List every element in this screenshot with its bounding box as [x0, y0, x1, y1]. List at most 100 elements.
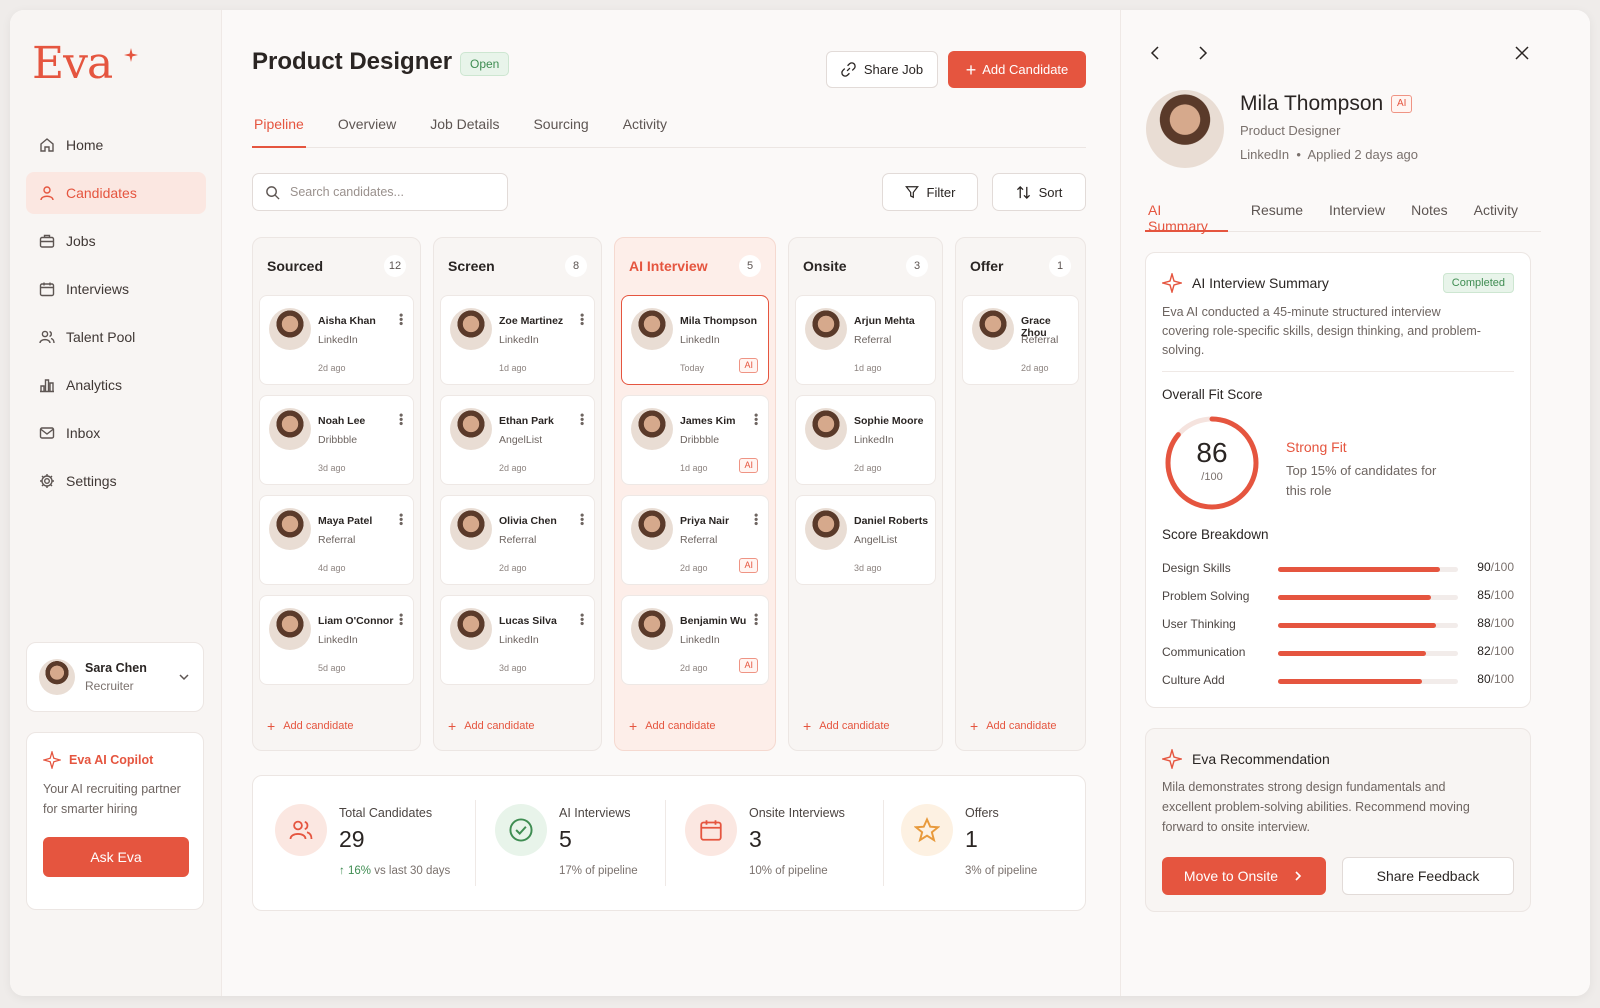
more-icon[interactable]: ••• — [575, 413, 589, 426]
sidebar-item-jobs[interactable]: Jobs — [26, 220, 206, 262]
candidate-card[interactable]: Maya Patel Referral 4d ago ••• — [259, 495, 414, 585]
candidate-source: LinkedIn — [680, 634, 720, 646]
sidebar-item-settings[interactable]: Settings — [26, 460, 206, 502]
share-feedback-button[interactable]: Share Feedback — [1342, 857, 1514, 895]
share-job-button[interactable]: Share Job — [826, 51, 938, 88]
chevron-down-icon[interactable] — [177, 670, 191, 684]
candidate-time: 1d ago — [854, 363, 882, 373]
more-icon[interactable]: ••• — [749, 513, 763, 526]
candidate-card[interactable]: Arjun Mehta Referral 1d ago — [795, 295, 936, 385]
avatar — [450, 408, 492, 450]
copilot-card: Eva AI Copilot Your AI recruiting partne… — [26, 732, 204, 910]
copilot-description: Your AI recruiting partner for smarter h… — [43, 782, 181, 816]
breakdown-label: Culture Add — [1162, 673, 1225, 687]
search-input[interactable] — [290, 185, 480, 199]
chevron-right-icon[interactable] — [1193, 44, 1211, 62]
add-candidate-link[interactable]: + Add candidate — [629, 718, 716, 734]
close-icon[interactable] — [1513, 44, 1531, 62]
more-icon[interactable]: ••• — [394, 513, 408, 526]
sidebar-item-interviews[interactable]: Interviews — [26, 268, 206, 310]
more-icon[interactable]: ••• — [394, 313, 408, 326]
candidate-card[interactable]: Zoe Martinez LinkedIn 1d ago ••• — [440, 295, 595, 385]
tab-ai-summary[interactable]: AI Summary — [1145, 196, 1228, 234]
sidebar-item-home[interactable]: Home — [26, 124, 206, 166]
ask-eva-button[interactable]: Ask Eva — [43, 837, 189, 877]
add-candidate-link[interactable]: + Add candidate — [267, 719, 354, 733]
candidate-card[interactable]: Priya Nair Referral 2d ago ••• AI — [621, 495, 769, 585]
candidate-card[interactable]: Olivia Chen Referral 2d ago ••• — [440, 495, 595, 585]
sidebar-item-label: Analytics — [66, 377, 123, 393]
tab-resume[interactable]: Resume — [1248, 196, 1306, 232]
add-candidate-button[interactable]: + Add Candidate — [948, 51, 1086, 88]
more-icon[interactable]: ••• — [575, 613, 589, 626]
user-card[interactable]: Sara Chen Recruiter — [26, 642, 204, 712]
candidate-name: Liam O'Connor — [318, 615, 394, 627]
tab-activity[interactable]: Activity — [1471, 196, 1521, 232]
stat-label: Total Candidates — [339, 806, 433, 820]
add-candidate-link[interactable]: + Add candidate — [970, 719, 1057, 733]
sort-button[interactable]: Sort — [992, 173, 1086, 211]
tab-job-details[interactable]: Job Details — [428, 110, 501, 148]
sidebar-item-analytics[interactable]: Analytics — [26, 364, 206, 406]
candidate-time: 3d ago — [499, 663, 527, 673]
candidate-card[interactable]: Noah Lee Dribbble 3d ago ••• — [259, 395, 414, 485]
candidate-source: Referral — [318, 534, 356, 546]
sparkle-icon — [1162, 273, 1182, 293]
brand-logo[interactable]: Eva — [32, 38, 113, 89]
stat-sub: 3% of pipeline — [965, 865, 1038, 877]
plus-icon: + — [965, 59, 977, 80]
candidate-card[interactable]: Daniel Roberts AngelList 3d ago — [795, 495, 936, 585]
add-candidate-label: Add candidate — [645, 720, 716, 732]
check-circle-icon — [495, 804, 547, 856]
more-icon[interactable]: ••• — [575, 313, 589, 326]
tab-pipeline[interactable]: Pipeline — [252, 110, 306, 148]
candidate-card[interactable]: Benjamin Wu LinkedIn 2d ago ••• AI — [621, 595, 769, 685]
more-icon[interactable]: ••• — [394, 413, 408, 426]
add-candidate-link[interactable]: + Add candidate — [448, 719, 535, 733]
candidate-time: Today — [680, 363, 705, 373]
candidate-name: Maya Patel — [318, 515, 373, 527]
candidate-source: Referral — [499, 534, 537, 546]
breakdown-bar — [1278, 651, 1426, 656]
avatar — [631, 308, 673, 350]
tab-overview[interactable]: Overview — [336, 110, 398, 148]
calendar-icon — [38, 280, 56, 298]
candidate-card[interactable]: Ethan Park AngelList 2d ago ••• — [440, 395, 595, 485]
candidate-time: 3d ago — [854, 563, 882, 573]
avatar — [805, 508, 847, 550]
sidebar-item-label: Home — [66, 137, 104, 153]
candidate-card[interactable]: Mila Thompson LinkedIn Today AI — [621, 295, 769, 385]
sidebar-item-candidates[interactable]: Candidates — [26, 172, 206, 214]
candidate-card[interactable]: Lucas Silva LinkedIn 3d ago ••• — [440, 595, 595, 685]
sidebar-item-talent-pool[interactable]: Talent Pool — [26, 316, 206, 358]
user-icon — [38, 184, 56, 202]
more-icon[interactable]: ••• — [749, 613, 763, 626]
search-box — [252, 173, 508, 211]
sidebar-item-inbox[interactable]: Inbox — [26, 412, 206, 454]
filter-button[interactable]: Filter — [882, 173, 978, 211]
plus-icon: + — [629, 718, 638, 734]
candidate-name: Arjun Mehta — [854, 315, 915, 327]
tab-sourcing[interactable]: Sourcing — [531, 110, 590, 148]
tab-activity[interactable]: Activity — [621, 110, 669, 148]
tab-interview[interactable]: Interview — [1326, 196, 1388, 232]
filter-label: Filter — [926, 184, 956, 200]
more-icon[interactable]: ••• — [749, 413, 763, 426]
candidate-card[interactable]: Grace Zhou Referral 2d ago — [962, 295, 1079, 385]
candidate-card[interactable]: Liam O'Connor LinkedIn 5d ago ••• — [259, 595, 414, 685]
candidate-card[interactable]: Sophie Moore LinkedIn 2d ago — [795, 395, 936, 485]
candidate-card[interactable]: James Kim Dribbble 1d ago ••• AI — [621, 395, 769, 485]
main-content: Product Designer Open Share Job + Add Ca… — [222, 10, 1120, 996]
page-title: Product Designer — [252, 48, 453, 75]
chevron-left-icon[interactable] — [1147, 44, 1165, 62]
sidebar-item-label: Candidates — [66, 185, 137, 201]
candidate-name: Noah Lee — [318, 415, 366, 427]
more-icon[interactable]: ••• — [394, 613, 408, 626]
add-candidate-link[interactable]: + Add candidate — [803, 719, 890, 733]
stat-onsite-interviews: Onsite Interviews 3 10% of pipeline — [663, 776, 879, 912]
tab-notes[interactable]: Notes — [1408, 196, 1451, 232]
bar-chart-icon — [38, 376, 56, 394]
more-icon[interactable]: ••• — [575, 513, 589, 526]
candidate-card[interactable]: Aisha Khan LinkedIn 2d ago ••• — [259, 295, 414, 385]
move-to-onsite-button[interactable]: Move to Onsite — [1162, 857, 1326, 895]
